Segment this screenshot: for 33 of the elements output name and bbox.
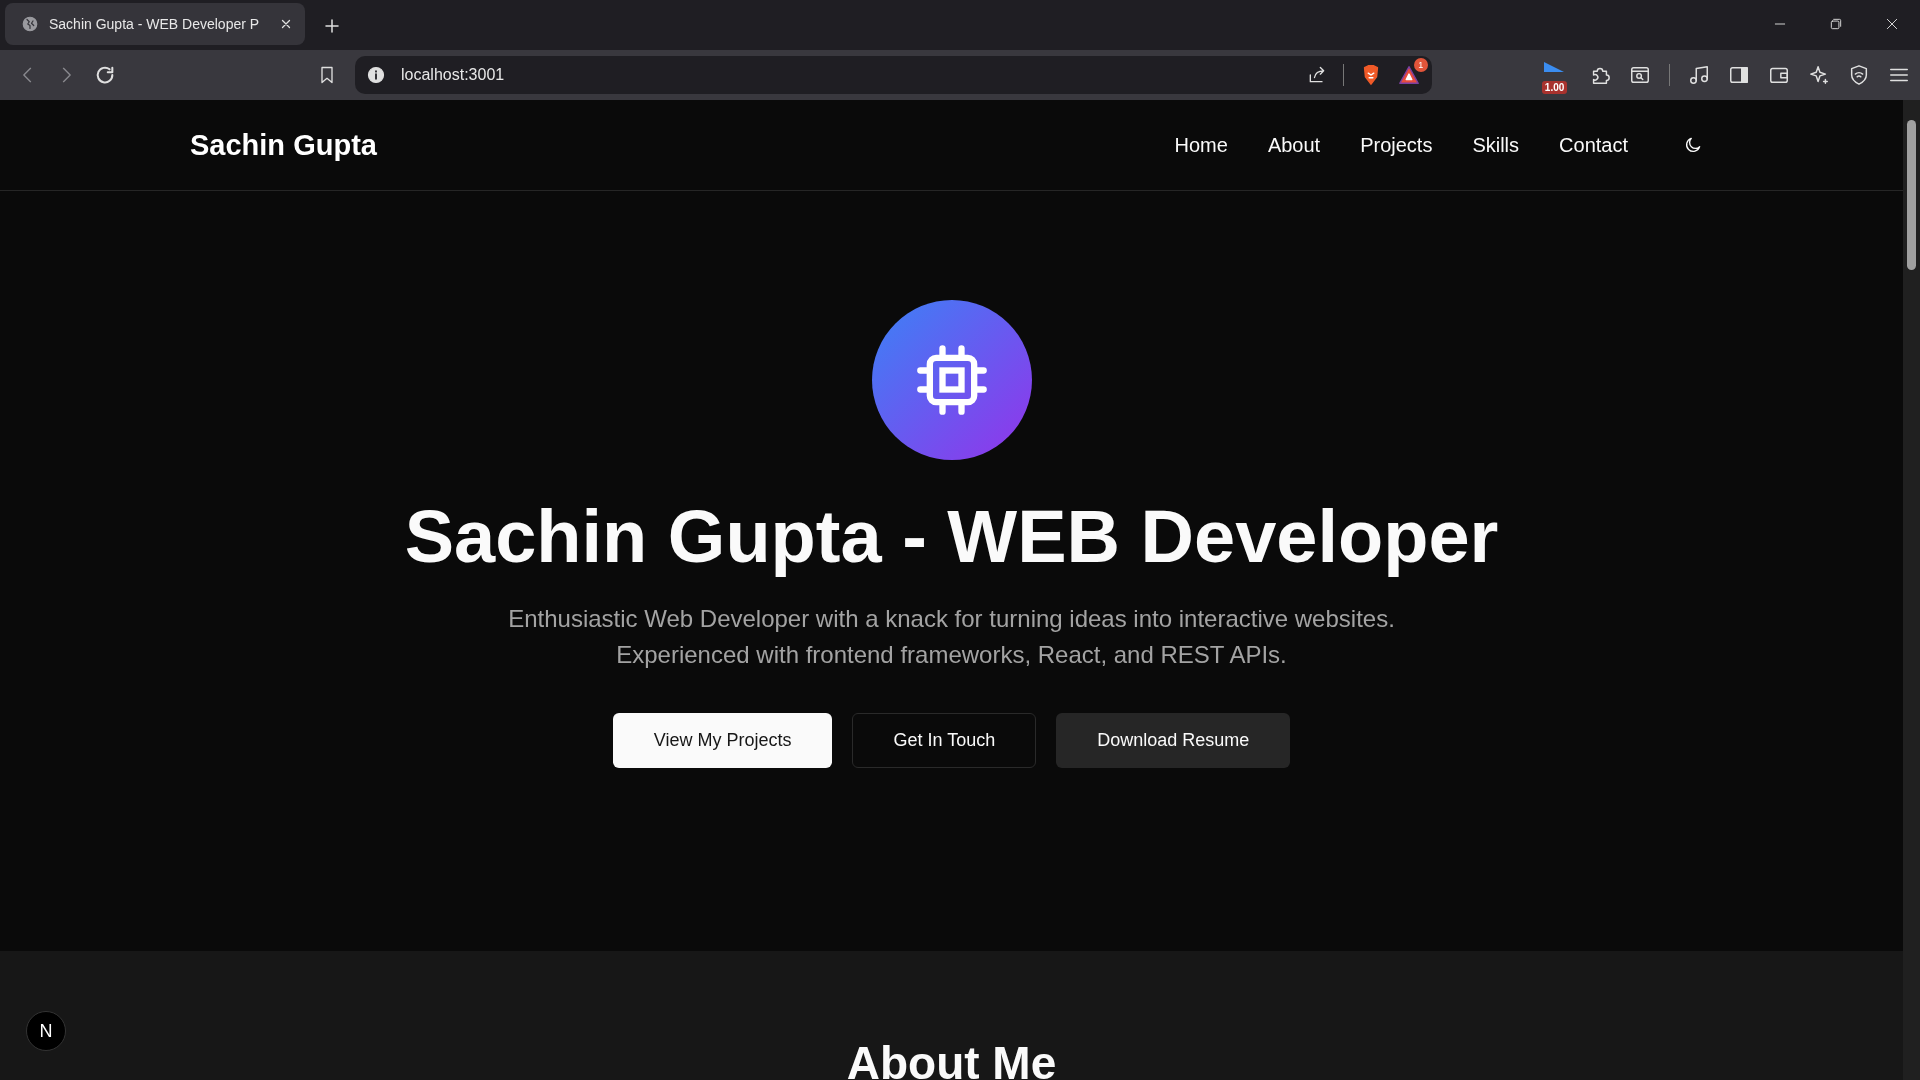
moon-icon[interactable] xyxy=(1683,135,1703,155)
sidebar-icon[interactable] xyxy=(1728,64,1750,86)
plus-icon[interactable] xyxy=(323,17,341,35)
triangle-icon[interactable] xyxy=(1397,64,1420,86)
dev-indicator-button[interactable]: N xyxy=(26,1011,66,1051)
info-icon[interactable] xyxy=(367,66,385,84)
hero-subtitle: Enthusiastic Web Developer with a knack for turning ideas into interactive websites. Experienced with frontend frameworks, React, and REST APIs. xyxy=(507,604,1396,670)
scrollbar[interactable] xyxy=(1903,100,1920,1080)
secondary-button[interactable]: Download Resume xyxy=(1056,713,1291,768)
primary-button[interactable]: View My Projects xyxy=(612,713,833,768)
music-note-icon[interactable] xyxy=(1688,64,1710,86)
section-heading: About Me xyxy=(846,1036,1057,1080)
reload-icon[interactable] xyxy=(94,64,116,86)
url-text: localhost:3001 xyxy=(401,66,506,84)
shield-wifi-icon[interactable] xyxy=(1848,64,1870,86)
nav-link[interactable]: Projects xyxy=(1360,133,1433,157)
nav-link[interactable]: Home xyxy=(1174,133,1228,157)
window-search-icon[interactable] xyxy=(1629,64,1651,86)
outline-button[interactable]: Get In Touch xyxy=(852,713,1037,768)
hero-title: Sachin Gupta - WEB Developer xyxy=(404,494,1499,579)
close-icon[interactable] xyxy=(279,17,293,31)
nav-link[interactable]: Contact xyxy=(1559,133,1628,157)
restore-icon[interactable] xyxy=(1829,17,1843,31)
address-bar[interactable]: localhost:3001 1 xyxy=(355,56,1432,94)
sparkle-icon[interactable] xyxy=(1808,64,1830,86)
tab-title: Sachin Gupta - WEB Developer P xyxy=(49,16,261,32)
close-icon[interactable] xyxy=(1885,17,1899,31)
speed-badge: 1.00 xyxy=(1541,81,1568,94)
site-logo[interactable]: Sachin Gupta xyxy=(190,128,1135,162)
notification-badge: 1 xyxy=(1413,58,1428,72)
nav-link[interactable]: About xyxy=(1267,133,1321,157)
browser-tab[interactable]: Sachin Gupta - WEB Developer P xyxy=(5,3,305,45)
nav-link[interactable]: Skills xyxy=(1472,133,1520,157)
